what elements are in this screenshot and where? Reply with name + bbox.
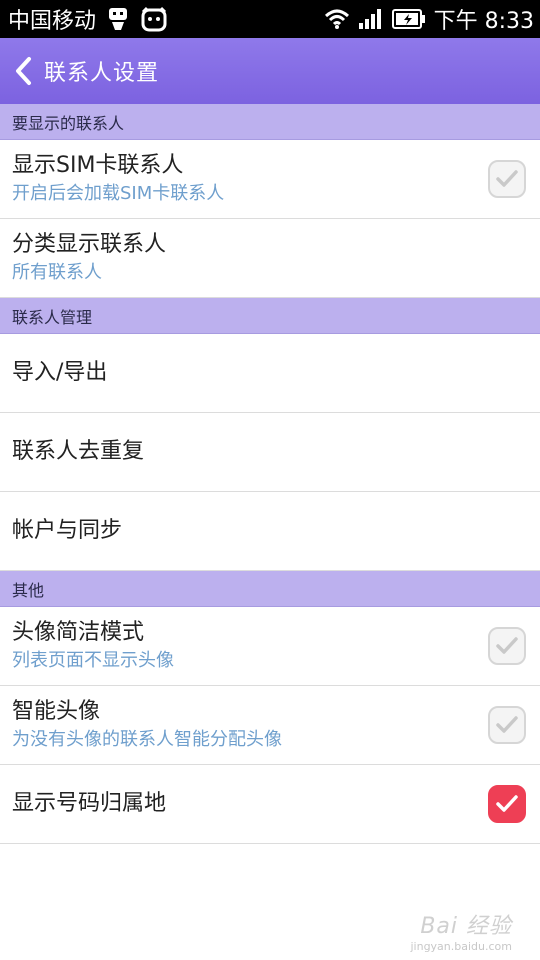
check-icon: [496, 637, 518, 654]
setting-title: 头像简洁模式: [12, 620, 145, 645]
section-header-display-contacts: 要显示的联系人: [0, 104, 540, 140]
setting-title: 导入/导出: [12, 360, 108, 385]
setting-subtitle: 所有联系人: [12, 262, 102, 283]
setting-title: 联系人去重复: [12, 439, 145, 464]
settings-list: 要显示的联系人 显示SIM卡联系人 开启后会加载SIM卡联系人 分类显示联系人 …: [0, 104, 540, 844]
alarm-notification-icon: [140, 6, 168, 32]
setting-subtitle: 为没有头像的联系人智能分配头像: [12, 729, 282, 750]
setting-import-export[interactable]: 导入/导出: [0, 334, 540, 413]
setting-title: 显示SIM卡联系人: [12, 153, 184, 178]
smart-avatar-checkbox[interactable]: [488, 706, 526, 744]
wifi-icon: [324, 8, 350, 30]
clock: 下午 8:33: [433, 9, 534, 34]
setting-title: 分类显示联系人: [12, 232, 167, 257]
setting-subtitle: 列表页面不显示头像: [12, 650, 174, 671]
setting-show-number-location[interactable]: 显示号码归属地: [0, 765, 540, 844]
bot-notification-icon: [106, 6, 130, 32]
back-button[interactable]: [2, 38, 44, 104]
watermark-url: jingyan.baidu.com: [410, 940, 512, 953]
app-bar: 联系人设置: [0, 38, 540, 104]
signal-icon: [358, 8, 384, 30]
setting-show-sim-contacts[interactable]: 显示SIM卡联系人 开启后会加载SIM卡联系人: [0, 140, 540, 219]
section-header-contact-management: 联系人管理: [0, 298, 540, 334]
setting-smart-avatar[interactable]: 智能头像 为没有头像的联系人智能分配头像: [0, 686, 540, 765]
setting-dedupe-contacts[interactable]: 联系人去重复: [0, 413, 540, 492]
section-header-other: 其他: [0, 571, 540, 607]
sim-contacts-checkbox[interactable]: [488, 160, 526, 198]
check-icon: [496, 170, 518, 187]
number-location-checkbox[interactable]: [488, 785, 526, 823]
status-bar: 中国移动 下午 8:33: [0, 0, 540, 38]
check-icon: [496, 795, 518, 812]
setting-account-sync[interactable]: 帐户与同步: [0, 492, 540, 571]
check-icon: [496, 716, 518, 733]
setting-title: 智能头像: [12, 699, 101, 724]
setting-category-display[interactable]: 分类显示联系人 所有联系人: [0, 219, 540, 298]
battery-charging-icon: [391, 8, 426, 30]
simple-avatar-checkbox[interactable]: [488, 627, 526, 665]
setting-title: 帐户与同步: [12, 518, 123, 543]
setting-title: 显示号码归属地: [12, 791, 167, 816]
setting-simple-avatar-mode[interactable]: 头像简洁模式 列表页面不显示头像: [0, 607, 540, 686]
baidu-watermark: Bai 经验 jingyan.baidu.com: [392, 908, 512, 953]
chevron-left-icon: [16, 57, 31, 85]
carrier-name: 中国移动: [8, 9, 97, 34]
setting-subtitle: 开启后会加载SIM卡联系人: [12, 183, 225, 204]
page-title: 联系人设置: [44, 61, 160, 86]
watermark-logo-text: Bai 经验: [420, 914, 512, 939]
